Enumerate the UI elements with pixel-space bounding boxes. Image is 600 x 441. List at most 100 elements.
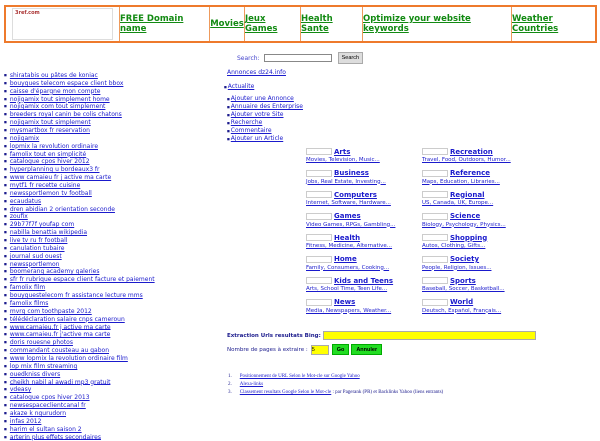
pages-input[interactable] <box>310 344 329 355</box>
extract-input[interactable] <box>322 331 536 340</box>
menu-link[interactable]: Commentaire <box>231 127 272 134</box>
category-subtopics[interactable]: Baseball, Soccer, Basketball... <box>422 286 505 292</box>
left-link[interactable]: famolix tout en simplicité <box>10 151 86 158</box>
left-link[interactable]: bouyguestelecom fr assistance lecture mm… <box>10 292 143 299</box>
category-subtopics[interactable]: Media, Newspapers, Weather... <box>306 308 391 314</box>
category-title[interactable]: Society <box>450 255 479 263</box>
category-subtopics[interactable]: Maps, Education, Libraries... <box>422 179 500 185</box>
cancel-button[interactable]: Annuler <box>351 344 383 355</box>
left-link[interactable]: arterin plus effets secondaires <box>10 433 101 441</box>
search-input[interactable] <box>263 54 332 62</box>
left-link[interactable]: nabilla benattia wikipedia <box>10 229 87 236</box>
left-link[interactable]: infas 2012 <box>10 418 42 425</box>
category-title[interactable]: Arts <box>334 148 350 156</box>
left-link[interactable]: sfr fr rubrique espace client facture et… <box>10 276 155 283</box>
nav-jeux-games[interactable]: Jeux Games <box>245 14 300 34</box>
left-link[interactable]: cheikh nabil al awadi mp3 gratuit <box>10 378 111 386</box>
category-subtopics[interactable]: Movies, Television, Music... <box>306 157 380 163</box>
category-subtopics[interactable]: Deutsch, Español, Français... <box>422 308 501 314</box>
nav-optimize[interactable]: Optimize your website keywords <box>363 14 511 34</box>
left-link[interactable]: hyperplanning u bordeaux3 fr <box>10 166 100 173</box>
category-subtopics[interactable]: Travel, Food, Outdoors, Humor... <box>422 157 511 163</box>
left-link[interactable]: famolix film <box>10 284 45 291</box>
left-link[interactable]: caisse d'épargne mon compte <box>10 88 101 95</box>
site-title-link[interactable]: Annonces dz24.info <box>227 69 286 76</box>
category-title[interactable]: Recreation <box>450 148 493 156</box>
nav-movies[interactable]: Movies <box>210 19 244 29</box>
left-link[interactable]: famolix films <box>10 300 49 307</box>
left-link[interactable]: akaze k ngurudorn <box>10 410 66 417</box>
nav-weather[interactable]: Weather Countries <box>512 14 595 34</box>
left-link[interactable]: canulation tubaire <box>10 245 65 252</box>
category-subtopics[interactable]: Family, Consumers, Cooking... <box>306 265 389 271</box>
left-link[interactable]: www lopmix la revolution ordinaire film <box>10 355 128 362</box>
left-link[interactable]: shiratabis ou pâtes de koniac <box>10 72 98 79</box>
category-title[interactable]: Reference <box>450 169 490 177</box>
left-link[interactable]: www camaieu fr j active ma carte <box>10 174 111 181</box>
nav-health-sante[interactable]: Health Sante <box>301 14 362 34</box>
left-link[interactable]: nojigamix tout simplement home <box>10 96 110 103</box>
left-link[interactable]: journal sud ouest <box>10 253 62 260</box>
left-link[interactable]: nojigamix <box>10 135 39 142</box>
category-title[interactable]: Regional <box>450 191 484 199</box>
category-title[interactable]: Business <box>334 169 369 177</box>
left-link[interactable]: boomerang academy galeries <box>10 268 100 275</box>
left-link[interactable]: 29b77f7f youfap com <box>10 221 74 228</box>
left-link[interactable]: www.camaieu.fr j'active ma carte <box>10 331 111 338</box>
category-subtopics[interactable]: Biology, Psychology, Physics... <box>422 222 506 228</box>
tool-link[interactable]: Alexa-links <box>240 382 263 387</box>
go-button[interactable]: Go <box>331 344 350 355</box>
left-link[interactable]: lop mix film streaming <box>10 363 78 370</box>
nav-free-domain[interactable]: FREE Domain name <box>120 14 209 34</box>
left-link[interactable]: vdeasy <box>10 386 31 393</box>
category-title[interactable]: Kids and Teens <box>334 277 393 285</box>
left-link[interactable]: nojigamix com tout simplement <box>10 103 106 110</box>
category-subtopics[interactable]: Arts, School Time, Teen Life... <box>306 286 387 292</box>
left-link[interactable]: harim el sultan saison 2 <box>10 426 82 433</box>
menu-link[interactable]: Ajouter un Article <box>231 135 283 142</box>
left-link[interactable]: bouygues telecom espace client bbox <box>10 80 124 87</box>
category-title[interactable]: Shopping <box>450 234 487 242</box>
left-link[interactable]: newsespaceclientcanal fr <box>10 402 86 409</box>
category-subtopics[interactable]: Video Games, RPGs, Gambling... <box>306 222 395 228</box>
left-link[interactable]: www.camaieu.fr j active ma carte <box>10 323 111 331</box>
category-subtopics[interactable]: US, Canada, UK, Europe... <box>422 200 493 206</box>
category-subtopics[interactable]: Internet, Software, Hardware... <box>306 200 391 206</box>
category-subtopics[interactable]: Jobs, Real Estate, Investing... <box>306 179 386 185</box>
left-link[interactable]: newssportlemon <box>10 261 60 268</box>
category-title[interactable]: Home <box>334 255 357 263</box>
left-link[interactable]: mvrg com toothpaste 2012 <box>10 308 92 315</box>
left-link[interactable]: nojigamix tout simplement <box>10 119 91 126</box>
left-link[interactable]: catalogue cpos hiver 2012 <box>10 158 90 165</box>
logo[interactable]: 3ref.com <box>12 8 113 40</box>
left-link[interactable]: breeders royal canin be colis chatons <box>10 111 122 118</box>
category-title[interactable]: World <box>450 298 473 306</box>
tool-link[interactable]: Classement resultats Google Selon le Mot… <box>240 390 332 395</box>
category-title[interactable]: Computers <box>334 191 377 199</box>
left-link[interactable]: doris rouesne photos <box>10 339 73 346</box>
menu-link[interactable]: Recherche <box>231 119 263 126</box>
left-link[interactable]: newssportlemon tv football <box>10 190 92 197</box>
menu-link[interactable]: Ajouter votre Site <box>231 111 284 118</box>
left-link[interactable]: catalogue cpos hiver 2013 <box>10 394 90 401</box>
menu-link[interactable]: Annuaire des Enterprise <box>231 103 303 110</box>
left-link[interactable]: ouedkniss divers <box>10 371 60 378</box>
left-link[interactable]: live tv ru fr football <box>10 237 68 244</box>
category-subtopics[interactable]: People, Religion, Issues... <box>422 265 491 271</box>
category-subtopics[interactable]: Autos, Clothing, Gifts... <box>422 243 485 249</box>
menu-link[interactable]: Ajouter une Annonce <box>231 95 294 102</box>
left-link[interactable]: dren abidian 2 orientation seconde <box>10 206 115 213</box>
category-title[interactable]: Sports <box>450 277 476 285</box>
left-link[interactable]: zoufix <box>10 213 28 220</box>
actualite-link[interactable]: Actualite <box>228 83 255 90</box>
category-title[interactable]: Science <box>450 212 480 220</box>
left-link[interactable]: mytf1 fr recette cuisine <box>10 182 80 189</box>
category-title[interactable]: News <box>334 298 355 306</box>
left-link[interactable]: lopmix la revolution ordinaire <box>10 143 98 150</box>
left-link[interactable]: télédéclaration salaire cnps cameroun <box>10 316 125 323</box>
left-link[interactable]: ecaudatus <box>10 198 41 205</box>
left-link[interactable]: mysmartbox fr reservation <box>10 127 90 134</box>
tool-link[interactable]: Positionnement de URL Selon le Mot-cle s… <box>240 374 360 379</box>
search-button[interactable]: Search <box>337 52 364 64</box>
category-title[interactable]: Games <box>334 212 361 220</box>
